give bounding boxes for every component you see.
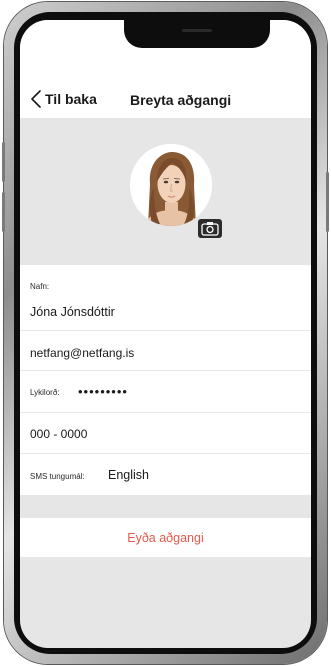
- name-input[interactable]: Jóna Jónsdóttir: [30, 305, 115, 319]
- account-form: Nafn: Jóna Jónsdóttir netfang@netfang.is…: [20, 265, 311, 495]
- password-field[interactable]: Lykilorð: •••••••••: [20, 371, 311, 413]
- volume-up-button: [2, 142, 5, 182]
- phone-input[interactable]: 000 - 0000: [30, 427, 87, 441]
- sms-language-field[interactable]: SMS tungumál: English: [20, 454, 311, 495]
- avatar[interactable]: [130, 144, 212, 226]
- phone-field[interactable]: 000 - 0000: [20, 413, 311, 454]
- delete-account-label: Eyða aðgangi: [127, 530, 204, 545]
- chevron-left-icon: [31, 90, 41, 108]
- name-field[interactable]: Nafn: Jóna Jónsdóttir: [20, 265, 311, 331]
- change-photo-button[interactable]: [198, 219, 222, 238]
- speaker-grille: [182, 29, 212, 32]
- profile-photo-area: [20, 118, 311, 265]
- password-input[interactable]: •••••••••: [78, 384, 128, 399]
- user-portrait-icon: [130, 144, 212, 226]
- sms-language-select[interactable]: English: [108, 468, 149, 482]
- phone-screen: Til baka Breyta aðgangi Nafn: Jóna Jónsd…: [20, 20, 311, 648]
- delete-account-button[interactable]: Eyða aðgangi: [20, 518, 311, 557]
- email-input[interactable]: netfang@netfang.is: [30, 346, 134, 360]
- sms-language-label: SMS tungumál:: [30, 472, 85, 481]
- volume-down-button: [2, 192, 5, 232]
- back-button[interactable]: Til baka: [31, 90, 97, 108]
- notch: [124, 20, 270, 48]
- camera-icon: [201, 222, 219, 236]
- email-field[interactable]: netfang@netfang.is: [20, 331, 311, 371]
- password-label: Lykilorð:: [30, 388, 60, 397]
- phone-frame: Til baka Breyta aðgangi Nafn: Jóna Jónsd…: [2, 2, 329, 664]
- page-title: Breyta aðgangi: [130, 92, 232, 108]
- power-button: [326, 172, 329, 232]
- name-label: Nafn:: [30, 282, 50, 291]
- back-label: Til baka: [45, 91, 97, 107]
